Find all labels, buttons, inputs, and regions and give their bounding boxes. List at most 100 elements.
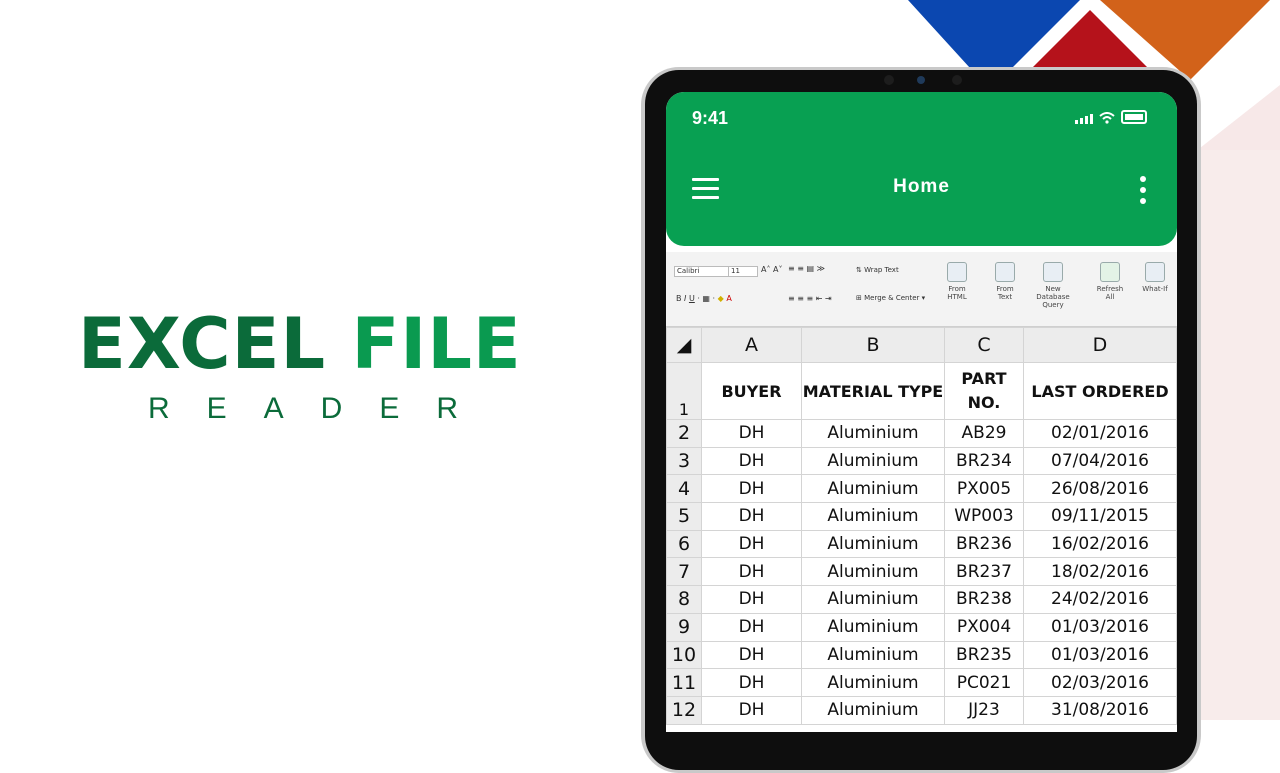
font-size-box[interactable]: 11 [728, 266, 758, 277]
table-cell[interactable]: AB29 [944, 419, 1024, 448]
row-number[interactable]: 8 [666, 585, 702, 614]
table-cell[interactable]: Aluminium [801, 502, 945, 531]
hero-title-word2: FILE [351, 303, 522, 385]
table-cell[interactable]: 24/02/2016 [1023, 585, 1177, 614]
spreadsheet-grid: ◢ A B C D 1 BUYER MATERIAL TYPE PART NO.… [666, 327, 1177, 725]
table-cell[interactable]: DH [701, 585, 802, 614]
new-database-query-button[interactable]: New Database Query [1030, 262, 1076, 309]
table-cell[interactable]: DH [701, 529, 802, 559]
from-text-button[interactable]: From Text [982, 262, 1028, 301]
table-row: 2 DH Aluminium AB29 02/01/2016 [666, 419, 1177, 448]
table-cell[interactable]: Aluminium [801, 585, 945, 614]
table-cell[interactable]: BR238 [944, 585, 1024, 614]
table-cell[interactable]: BR235 [944, 640, 1024, 670]
table-cell[interactable]: Aluminium [801, 446, 945, 476]
row-number[interactable]: 4 [666, 474, 702, 504]
app-bar: 9:41 Home [666, 92, 1177, 246]
table-cell[interactable]: Aluminium [801, 640, 945, 670]
table-cell[interactable]: 01/03/2016 [1023, 640, 1177, 670]
table-cell[interactable]: 18/02/2016 [1023, 557, 1177, 587]
table-cell[interactable]: Aluminium [801, 529, 945, 559]
align-icons[interactable]: ≡ ≡ ▤ ≫ [788, 264, 825, 273]
table-cell[interactable]: Aluminium [801, 474, 945, 504]
header-cell-buyer[interactable]: BUYER [701, 362, 802, 420]
table-cell[interactable]: PX005 [944, 474, 1024, 504]
table-cell[interactable]: PC021 [944, 668, 1024, 697]
table-row: 3 DH Aluminium BR234 07/04/2016 [666, 446, 1177, 476]
column-header-b[interactable]: B [801, 327, 945, 363]
wifi-icon [1099, 112, 1115, 124]
table-cell[interactable]: DH [701, 446, 802, 476]
select-all-corner[interactable]: ◢ [666, 327, 702, 363]
more-options-icon[interactable] [1140, 176, 1146, 209]
table-cell[interactable]: 09/11/2015 [1023, 502, 1177, 531]
row-number[interactable]: 2 [666, 419, 702, 448]
table-row: 11 DH Aluminium PC021 02/03/2016 [666, 668, 1177, 697]
table-cell[interactable]: Aluminium [801, 668, 945, 697]
refresh-icon [1100, 262, 1120, 282]
table-cell[interactable]: WP003 [944, 502, 1024, 531]
row-number[interactable]: 3 [666, 446, 702, 476]
table-cell[interactable]: DH [701, 640, 802, 670]
camera-lens-icon [917, 76, 925, 84]
table-cell[interactable]: Aluminium [801, 557, 945, 587]
table-row: 5 DH Aluminium WP003 09/11/2015 [666, 502, 1177, 531]
what-if-icon [1145, 262, 1165, 282]
table-cell[interactable]: BR237 [944, 557, 1024, 587]
table-row: 6 DH Aluminium BR236 16/02/2016 [666, 529, 1177, 559]
row-number[interactable]: 1 [666, 362, 702, 420]
hero-title-word1: EXCEL [78, 303, 327, 385]
hero-subtitle: READER [148, 392, 496, 425]
table-cell[interactable]: 02/03/2016 [1023, 668, 1177, 697]
table-cell[interactable]: Aluminium [801, 612, 945, 642]
document-icon [995, 262, 1015, 282]
status-icons [1075, 110, 1147, 124]
row-number[interactable]: 6 [666, 529, 702, 559]
table-cell[interactable]: 01/03/2016 [1023, 612, 1177, 642]
row-number[interactable]: 9 [666, 612, 702, 642]
table-row: 9 DH Aluminium PX004 01/03/2016 [666, 612, 1177, 642]
header-cell-last-ordered[interactable]: LAST ORDERED [1023, 362, 1177, 420]
table-cell[interactable]: DH [701, 668, 802, 697]
paragraph-icons[interactable]: ≡ ≡ ≡ ⇤ ⇥ [788, 294, 832, 303]
device-screen: 9:41 Home Calibri 11 A˄ A˅ ≡ ≡ ▤ ≫ ⇅ Wra… [666, 92, 1177, 732]
merge-center-button[interactable]: ⊞ Merge & Center ▾ [856, 294, 925, 302]
row-number[interactable]: 11 [666, 668, 702, 697]
column-header-row: ◢ A B C D [666, 327, 1177, 363]
refresh-all-button[interactable]: Refresh All [1087, 262, 1133, 301]
table-cell[interactable]: 26/08/2016 [1023, 474, 1177, 504]
table-row: 8 DH Aluminium BR238 24/02/2016 [666, 585, 1177, 614]
wrap-text-button[interactable]: ⇅ Wrap Text [856, 266, 899, 274]
table-cell[interactable]: DH [701, 474, 802, 504]
font-grow-shrink-icons[interactable]: A˄ A˅ [761, 265, 783, 274]
font-name-box[interactable]: Calibri [674, 266, 730, 277]
column-header-d[interactable]: D [1023, 327, 1177, 363]
table-cell[interactable]: PX004 [944, 612, 1024, 642]
table-cell[interactable]: 16/02/2016 [1023, 529, 1177, 559]
header-cell-part-no[interactable]: PART NO. [944, 362, 1024, 420]
row-number[interactable]: 10 [666, 640, 702, 670]
row-number[interactable]: 5 [666, 502, 702, 531]
column-header-a[interactable]: A [701, 327, 802, 363]
row-number[interactable]: 7 [666, 557, 702, 587]
table-cell[interactable]: DH [701, 419, 802, 448]
battery-icon [1121, 110, 1147, 124]
table-row: 10 DH Aluminium BR235 01/03/2016 [666, 640, 1177, 670]
table-cell[interactable]: DH [701, 612, 802, 642]
what-if-button[interactable]: What-If [1132, 262, 1177, 293]
format-icons[interactable]: B I U · ▦ · ◆ A [676, 294, 732, 303]
table-cell[interactable]: DH [701, 502, 802, 531]
hero-title: EXCEL FILE [78, 304, 522, 384]
from-html-button[interactable]: From HTML [934, 262, 980, 301]
table-cell[interactable]: Aluminium [801, 419, 945, 448]
header-cell-material-type[interactable]: MATERIAL TYPE [801, 362, 945, 420]
table-cell[interactable]: 02/01/2016 [1023, 419, 1177, 448]
table-row: 4 DH Aluminium PX005 26/08/2016 [666, 474, 1177, 504]
ribbon-toolbar: Calibri 11 A˄ A˅ ≡ ≡ ▤ ≫ ⇅ Wrap Text B I… [666, 252, 1177, 327]
table-cell[interactable]: BR236 [944, 529, 1024, 559]
table-cell[interactable]: BR234 [944, 446, 1024, 476]
table-cell[interactable]: DH [701, 557, 802, 587]
column-header-c[interactable]: C [944, 327, 1024, 363]
table-cell[interactable]: 07/04/2016 [1023, 446, 1177, 476]
sensor-icon [952, 75, 962, 85]
